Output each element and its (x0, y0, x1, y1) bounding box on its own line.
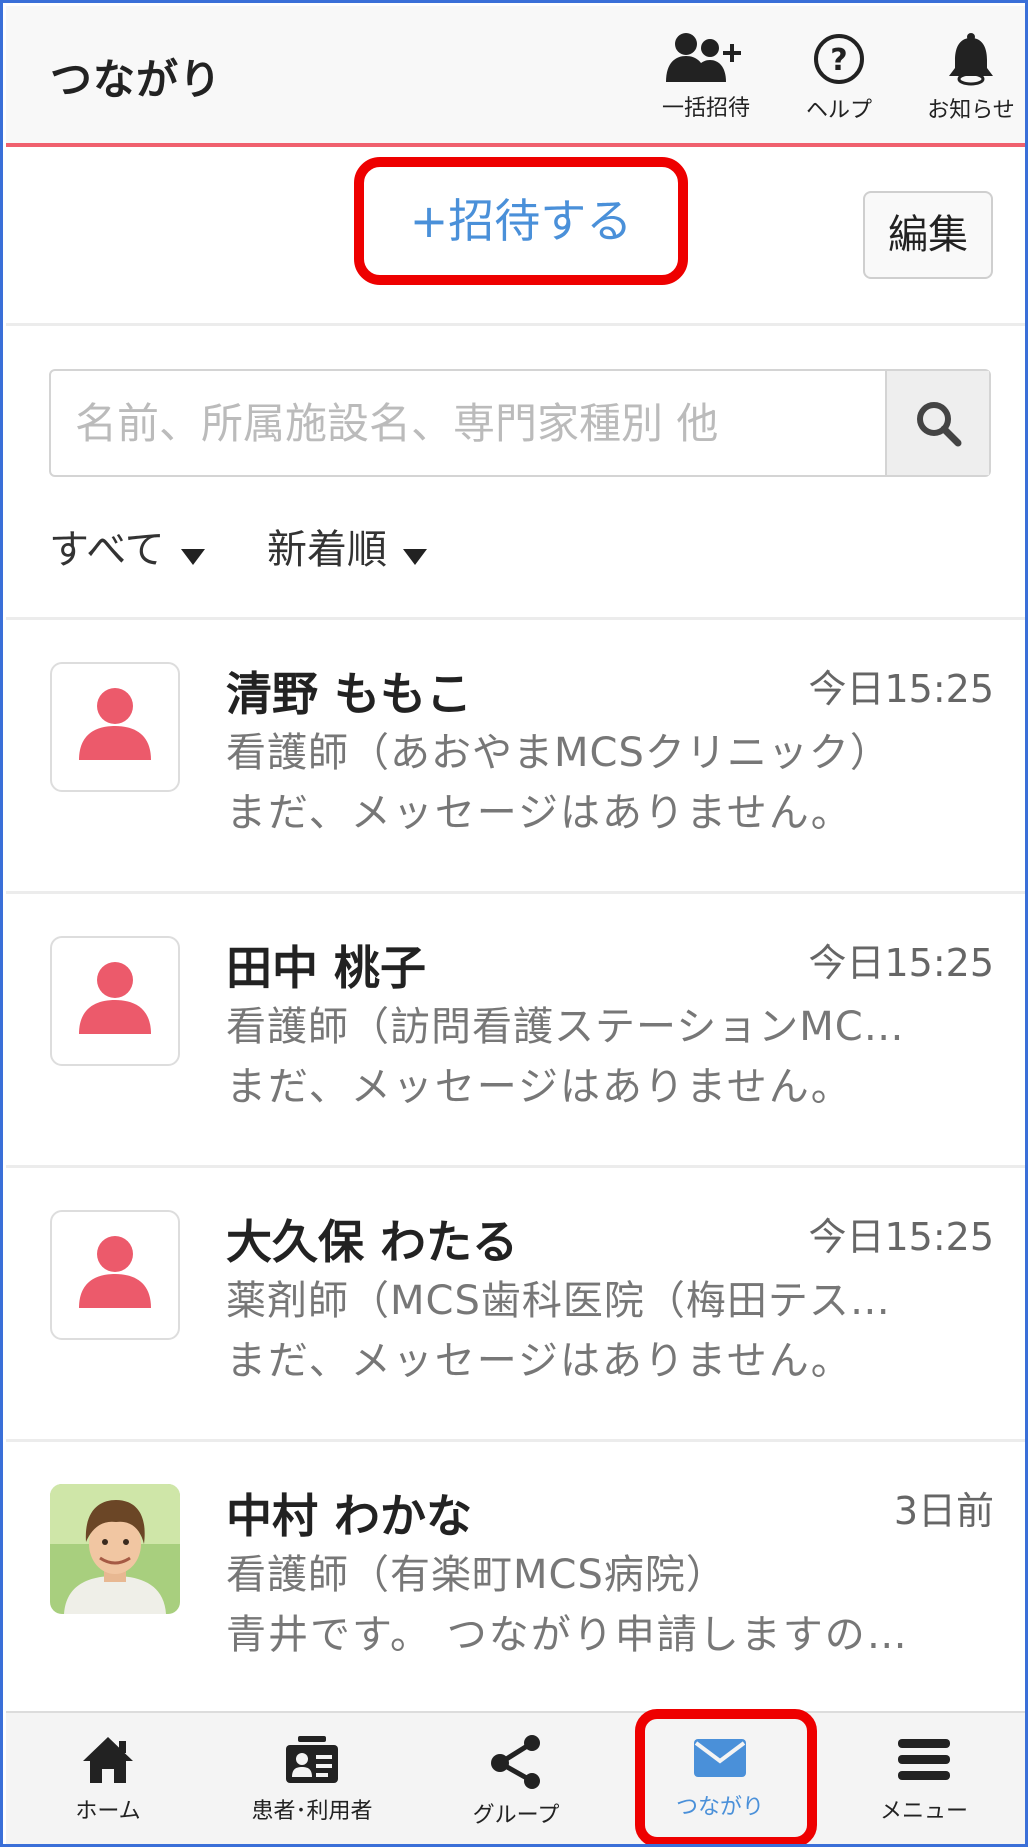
notifications-button[interactable]: お知らせ (911, 24, 1025, 134)
nav-home[interactable]: ホーム (6, 1713, 210, 1844)
avatar (50, 662, 180, 792)
nav-menu[interactable]: メニュー (822, 1713, 1025, 1844)
patient-card-icon (286, 1736, 338, 1783)
invite-row: +招待する 編集 (6, 147, 1025, 326)
notifications-label: お知らせ (927, 98, 1015, 123)
nav-patients-label: 患者･利用者 (251, 1799, 373, 1824)
list-item[interactable]: 中村 わかな 3日前 看護師（有楽町MCS病院） 青井です。 つながり申請します… (6, 1442, 1025, 1708)
nav-patients[interactable]: 患者･利用者 (210, 1713, 414, 1844)
contact-name: 清野 ももこ (226, 667, 473, 721)
person-icon (79, 962, 151, 1034)
contact-affiliation: 薬剤師（MCS歯科医院（梅田テス… (226, 1278, 891, 1324)
profile-photo (50, 1484, 180, 1614)
svg-text:?: ? (830, 43, 847, 78)
contact-name: 田中 桃子 (226, 941, 427, 995)
contact-time: 今日15:25 (808, 667, 994, 711)
caret-down-icon (403, 529, 427, 575)
contact-name: 大久保 わたる (226, 1215, 519, 1269)
home-icon (83, 1737, 133, 1783)
help-button[interactable]: ? ヘルプ (779, 24, 899, 134)
sort-filter-label: 新着順 (267, 527, 387, 573)
nav-home-label: ホーム (75, 1799, 141, 1824)
caret-down-icon (180, 529, 205, 575)
contact-affiliation: 看護師（有楽町MCS病院） (226, 1552, 727, 1598)
list-item[interactable]: 大久保 わたる 今日15:25 薬剤師（MCS歯科医院（梅田テス… まだ、メッセ… (6, 1168, 1025, 1442)
avatar (50, 1210, 180, 1340)
bulk-invite-label: 一括招待 (661, 96, 750, 121)
page-title: つながり (50, 55, 223, 104)
contact-name: 中村 わかな (226, 1489, 473, 1543)
help-icon: ? (814, 34, 864, 84)
search-icon (917, 402, 962, 447)
bell-icon (949, 33, 993, 86)
menu-icon (898, 1739, 950, 1780)
app-frame: つながり 一括招待 ? ヘルプ お知らせ +招待する 編集 名前、所属施設名、専… (0, 0, 1028, 1847)
nav-highlight (635, 1709, 817, 1844)
contact-last-message: まだ、メッセージはありません。 (226, 1338, 853, 1384)
avatar (50, 1484, 180, 1614)
contact-affiliation: 看護師（あおやまMCSクリニック） (226, 730, 891, 776)
edit-button[interactable]: 編集 (863, 191, 993, 279)
search-input[interactable] (51, 371, 889, 475)
list-item[interactable]: 清野 ももこ 今日15:25 看護師（あおやまMCSクリニック） まだ、メッセー… (6, 620, 1025, 894)
invite-highlight (354, 157, 688, 285)
category-filter[interactable]: すべて (49, 517, 205, 575)
contact-time: 今日15:25 (808, 941, 994, 985)
nav-group-label: グループ (472, 1803, 560, 1828)
person-icon (79, 1236, 151, 1308)
nav-menu-label: メニュー (879, 1799, 968, 1824)
category-filter-label: すべて (49, 527, 165, 573)
contact-time: 3日前 (893, 1489, 994, 1533)
bulk-invite-button[interactable]: 一括招待 (646, 24, 766, 134)
group-share-icon (491, 1735, 540, 1789)
contact-affiliation: 看護師（訪問看護ステーションMC… (226, 1004, 905, 1050)
contact-last-message: まだ、メッセージはありません。 (226, 790, 853, 836)
contact-last-message: 青井です。 つながり申請しますの… (226, 1612, 909, 1658)
nav-group[interactable]: グループ (414, 1713, 618, 1844)
bottom-nav: ホーム 患者･利用者 グループ つながり メニュー (6, 1711, 1025, 1844)
search-button[interactable] (885, 371, 989, 475)
app-header: つながり 一括招待 ? ヘルプ お知らせ (6, 6, 1025, 147)
person-icon (79, 688, 151, 760)
search-box (49, 369, 991, 477)
avatar (50, 936, 180, 1066)
contact-time: 今日15:25 (808, 1215, 994, 1259)
list-item[interactable]: 田中 桃子 今日15:25 看護師（訪問看護ステーションMC… まだ、メッセージ… (6, 894, 1025, 1168)
bulk-invite-icon (666, 33, 741, 82)
contact-last-message: まだ、メッセージはありません。 (226, 1064, 853, 1110)
help-label: ヘルプ (805, 98, 872, 123)
sort-filter[interactable]: 新着順 (267, 517, 427, 575)
